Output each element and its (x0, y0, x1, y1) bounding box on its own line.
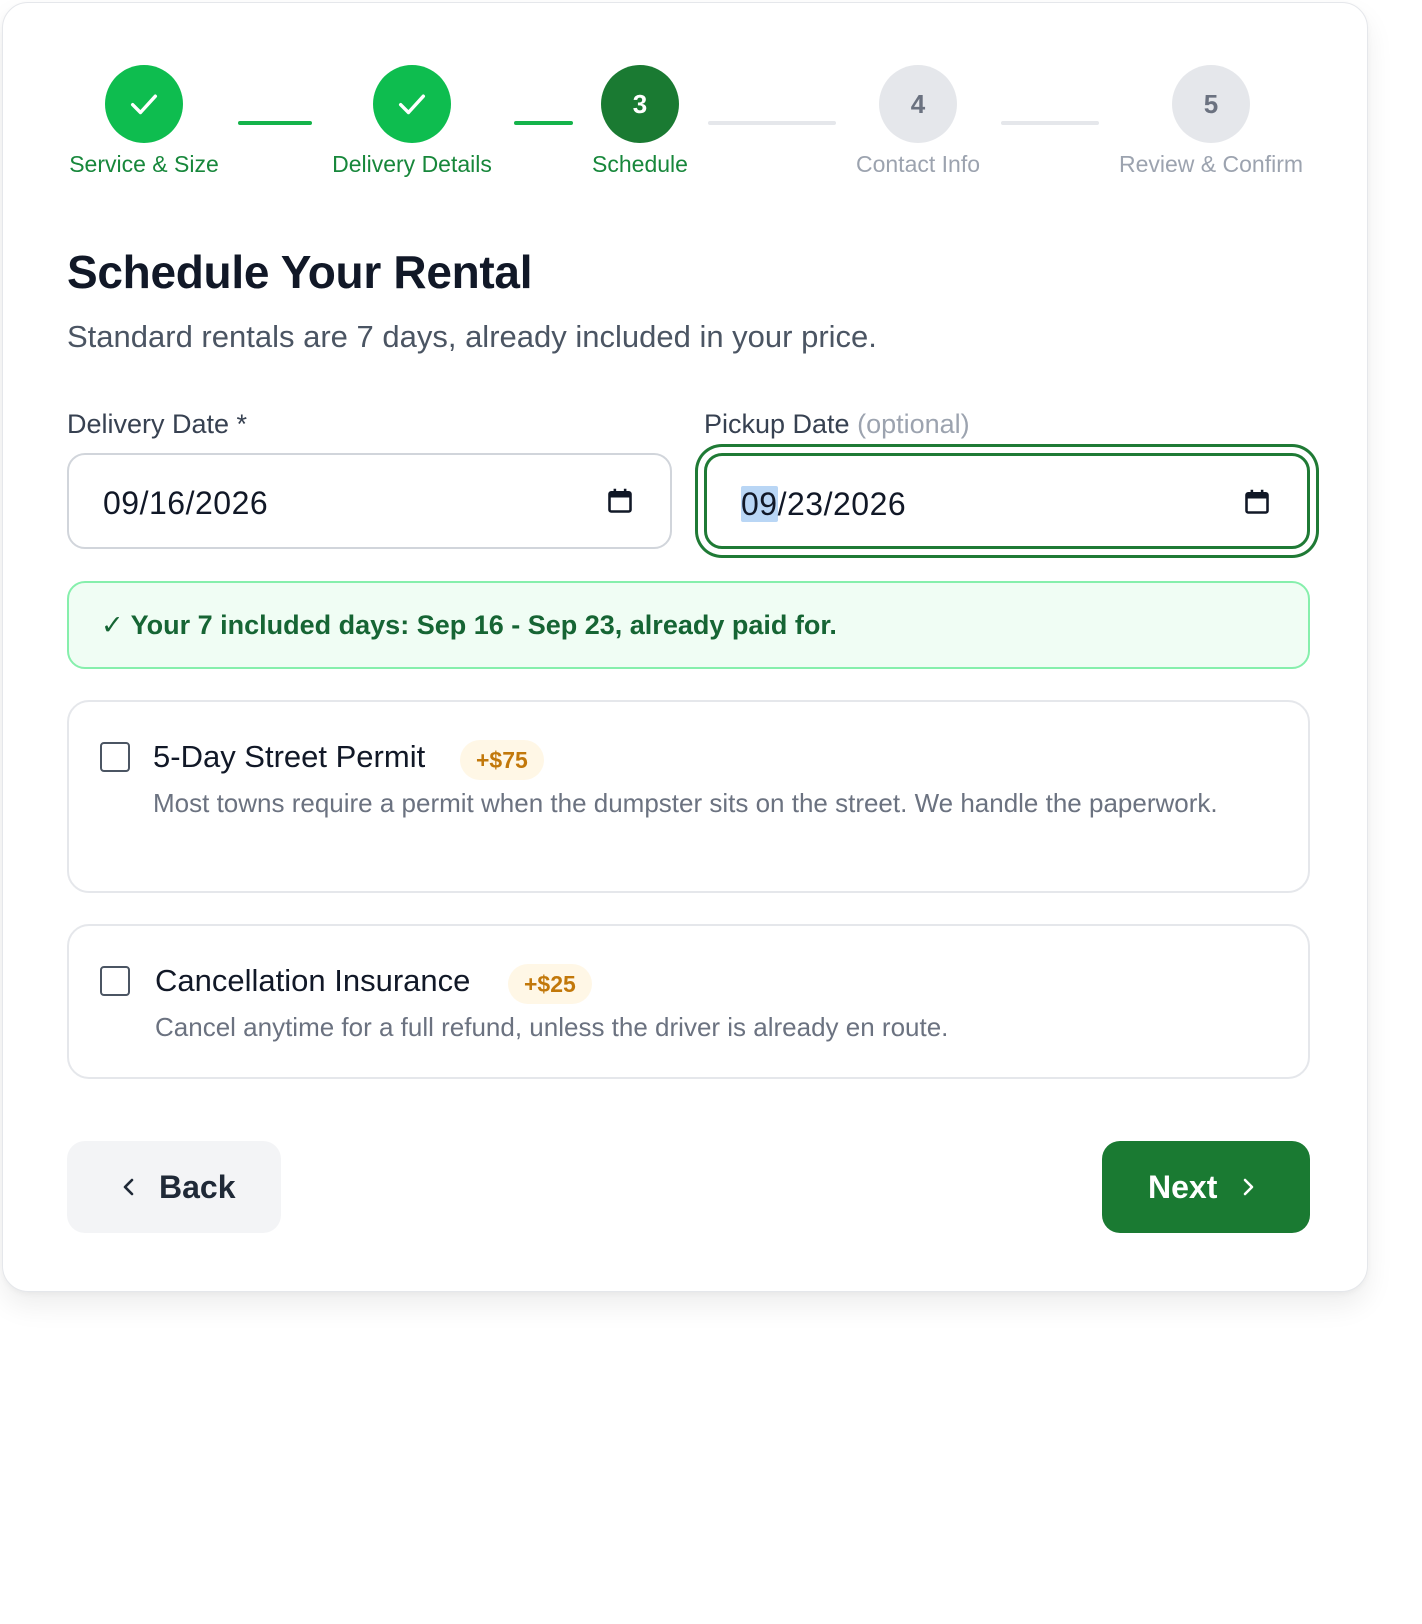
page-title: Schedule Your Rental (67, 246, 533, 298)
back-button[interactable]: Back (67, 1141, 281, 1233)
back-button-label: Back (159, 1169, 236, 1205)
step-connector (708, 121, 836, 125)
pickup-date-label: Pickup Date (optional) (704, 409, 970, 440)
step-connector (238, 121, 312, 125)
addon-cancellation-insurance[interactable]: Cancellation Insurance +$25 Cancel anyti… (67, 924, 1310, 1079)
pickup-date-rest: /23/2026 (777, 486, 907, 522)
price-badge: +$75 (460, 740, 544, 780)
page-subtitle: Standard rentals are 7 days, already inc… (67, 319, 877, 354)
pickup-date-label-text: Pickup Date (704, 409, 850, 439)
chevron-left-icon (123, 1178, 134, 1196)
calendar-icon[interactable] (606, 487, 634, 515)
step-1-check-icon (105, 65, 183, 143)
step-3-number: 3 (601, 65, 679, 143)
delivery-date-input[interactable]: 09/16/2026 (67, 453, 672, 549)
next-button[interactable]: Next (1102, 1141, 1310, 1233)
step-label-service-size: Service & Size (69, 151, 219, 177)
chevron-right-icon (1243, 1178, 1254, 1196)
check-icon (130, 94, 158, 115)
next-button-label: Next (1148, 1169, 1218, 1205)
step-4-number: 4 (879, 65, 957, 143)
addon-description: Most towns require a permit when the dum… (153, 788, 1218, 818)
calendar-icon[interactable] (1243, 488, 1271, 516)
price-badge: +$25 (508, 964, 592, 1004)
cancellation-insurance-checkbox[interactable] (100, 966, 130, 996)
booking-card: Service & Size Delivery Details 3 Schedu… (2, 2, 1368, 1292)
step-5-number: 5 (1172, 65, 1250, 143)
delivery-date-value: 09/16/2026 (103, 485, 269, 521)
included-days-notice: ✓ Your 7 included days: Sep 16 - Sep 23,… (67, 581, 1310, 669)
pickup-month-segment[interactable]: 09 (741, 486, 778, 522)
step-connector (1001, 121, 1099, 125)
step-label-schedule: Schedule (592, 151, 688, 177)
step-connector (514, 121, 573, 125)
street-permit-checkbox[interactable] (100, 742, 130, 772)
included-days-text: ✓ Your 7 included days: Sep 16 - Sep 23,… (101, 610, 837, 640)
addon-description: Cancel anytime for a full refund, unless… (155, 1012, 949, 1042)
step-2-check-icon (373, 65, 451, 143)
pickup-date-input[interactable]: 09/23/2026 (704, 453, 1310, 549)
pickup-date-value: 09/23/2026 (741, 486, 906, 523)
addon-title: 5-Day Street Permit (153, 739, 426, 774)
addon-street-permit[interactable]: 5-Day Street Permit +$75 Most towns requ… (67, 700, 1310, 893)
delivery-date-label: Delivery Date * (67, 409, 248, 439)
check-icon (398, 94, 426, 115)
optional-note: (optional) (857, 409, 970, 439)
step-label-contact-info: Contact Info (855, 151, 981, 177)
step-label-review-confirm: Review & Confirm (1118, 151, 1304, 177)
addon-title: Cancellation Insurance (155, 963, 471, 998)
